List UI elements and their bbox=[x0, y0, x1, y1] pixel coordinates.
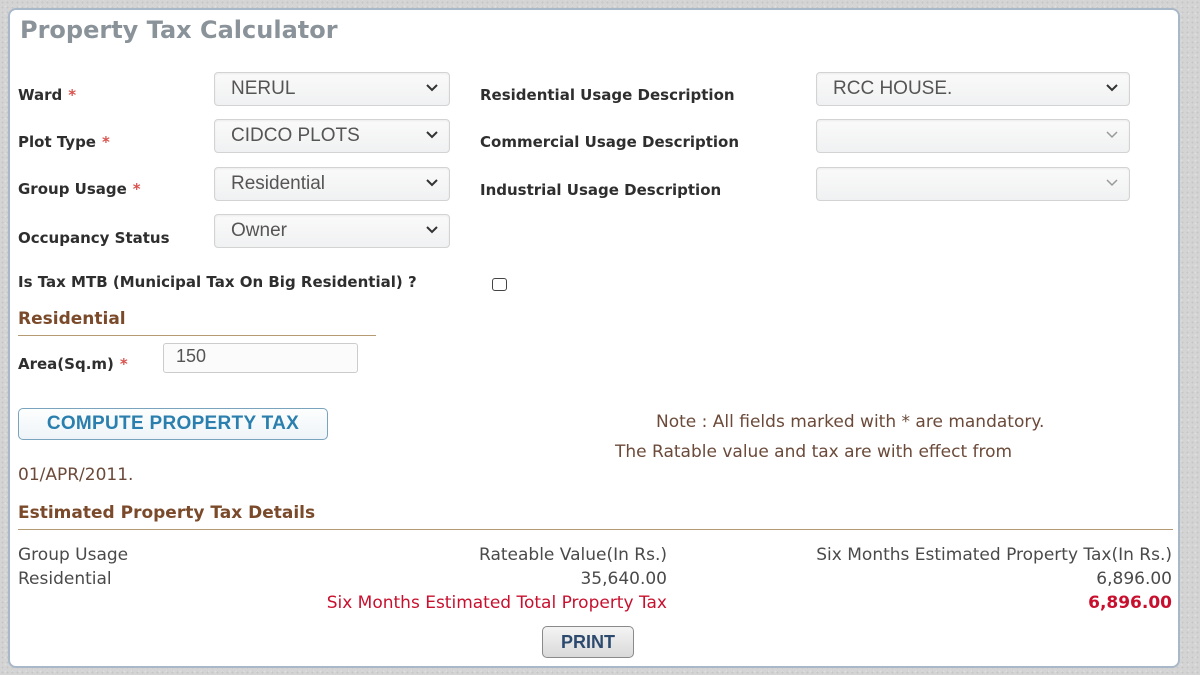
commercial-usage-select[interactable] bbox=[816, 119, 1130, 153]
mandatory-note: Note : All fields marked with * are mand… bbox=[656, 412, 1045, 432]
mtb-label: Is Tax MTB (Municipal Tax On Big Residen… bbox=[18, 273, 417, 291]
residential-usage-label: Residential Usage Description bbox=[480, 86, 735, 104]
required-asterisk: * bbox=[101, 133, 110, 151]
total-value: 6,896.00 bbox=[1088, 593, 1172, 613]
group-usage-select[interactable]: Residential bbox=[214, 167, 450, 201]
total-label: Six Months Estimated Total Property Tax bbox=[326, 593, 667, 613]
group-usage-select-value: Residential bbox=[231, 173, 325, 194]
area-label: Area(Sq.m) * bbox=[18, 355, 128, 373]
estimate-section-heading: Estimated Property Tax Details bbox=[18, 503, 316, 523]
plot-type-label-text: Plot Type bbox=[18, 133, 96, 151]
occupancy-status-select-value: Owner bbox=[231, 220, 287, 241]
occupancy-status-label: Occupancy Status bbox=[18, 229, 170, 247]
effective-date-value: 01/APR/2011. bbox=[18, 465, 134, 485]
property-tax-calculator-panel: Property Tax Calculator Ward * NERUL Plot… bbox=[8, 8, 1180, 668]
required-asterisk: * bbox=[68, 86, 77, 104]
plot-type-label: Plot Type * bbox=[18, 133, 110, 151]
residential-usage-select-value: RCC HOUSE. bbox=[833, 78, 953, 99]
ward-select-value: NERUL bbox=[231, 78, 296, 99]
page-title: Property Tax Calculator bbox=[20, 16, 338, 44]
ward-label: Ward * bbox=[18, 86, 76, 104]
row-six-month-tax: 6,896.00 bbox=[1096, 569, 1172, 589]
occupancy-status-select[interactable]: Owner bbox=[214, 214, 450, 248]
ward-select[interactable]: NERUL bbox=[214, 72, 450, 106]
column-header-rateable-value: Rateable Value(In Rs.) bbox=[479, 545, 667, 565]
section-divider bbox=[18, 335, 376, 336]
area-input[interactable]: 150 bbox=[163, 343, 358, 373]
residential-section-heading: Residential bbox=[18, 309, 126, 329]
compute-property-tax-button[interactable]: COMPUTE PROPERTY TAX bbox=[18, 408, 328, 440]
column-header-six-month-tax: Six Months Estimated Property Tax(In Rs.… bbox=[816, 545, 1172, 565]
chevron-down-icon bbox=[426, 84, 438, 92]
chevron-down-icon bbox=[1106, 179, 1118, 187]
section-divider bbox=[18, 529, 1173, 530]
chevron-down-icon bbox=[426, 179, 438, 187]
column-header-group-usage: Group Usage bbox=[18, 545, 129, 565]
row-group-usage: Residential bbox=[18, 569, 112, 589]
group-usage-label: Group Usage * bbox=[18, 180, 141, 198]
area-label-text: Area(Sq.m) bbox=[18, 355, 114, 373]
commercial-usage-label: Commercial Usage Description bbox=[480, 133, 740, 151]
plot-type-select-value: CIDCO PLOTS bbox=[231, 125, 360, 146]
effective-date-note: The Ratable value and tax are with effec… bbox=[615, 442, 1013, 462]
chevron-down-icon bbox=[1106, 131, 1118, 139]
industrial-usage-select[interactable] bbox=[816, 167, 1130, 201]
plot-type-select[interactable]: CIDCO PLOTS bbox=[214, 119, 450, 153]
residential-usage-select[interactable]: RCC HOUSE. bbox=[816, 72, 1130, 106]
industrial-usage-label: Industrial Usage Description bbox=[480, 181, 722, 199]
chevron-down-icon bbox=[426, 226, 438, 234]
row-rateable-value: 35,640.00 bbox=[580, 569, 667, 589]
chevron-down-icon bbox=[426, 131, 438, 139]
required-asterisk: * bbox=[119, 355, 128, 373]
chevron-down-icon bbox=[1106, 84, 1118, 92]
mtb-checkbox[interactable] bbox=[492, 278, 507, 291]
ward-label-text: Ward bbox=[18, 86, 63, 104]
group-usage-label-text: Group Usage bbox=[18, 180, 127, 198]
required-asterisk: * bbox=[132, 180, 141, 198]
print-button[interactable]: PRINT bbox=[542, 626, 634, 658]
